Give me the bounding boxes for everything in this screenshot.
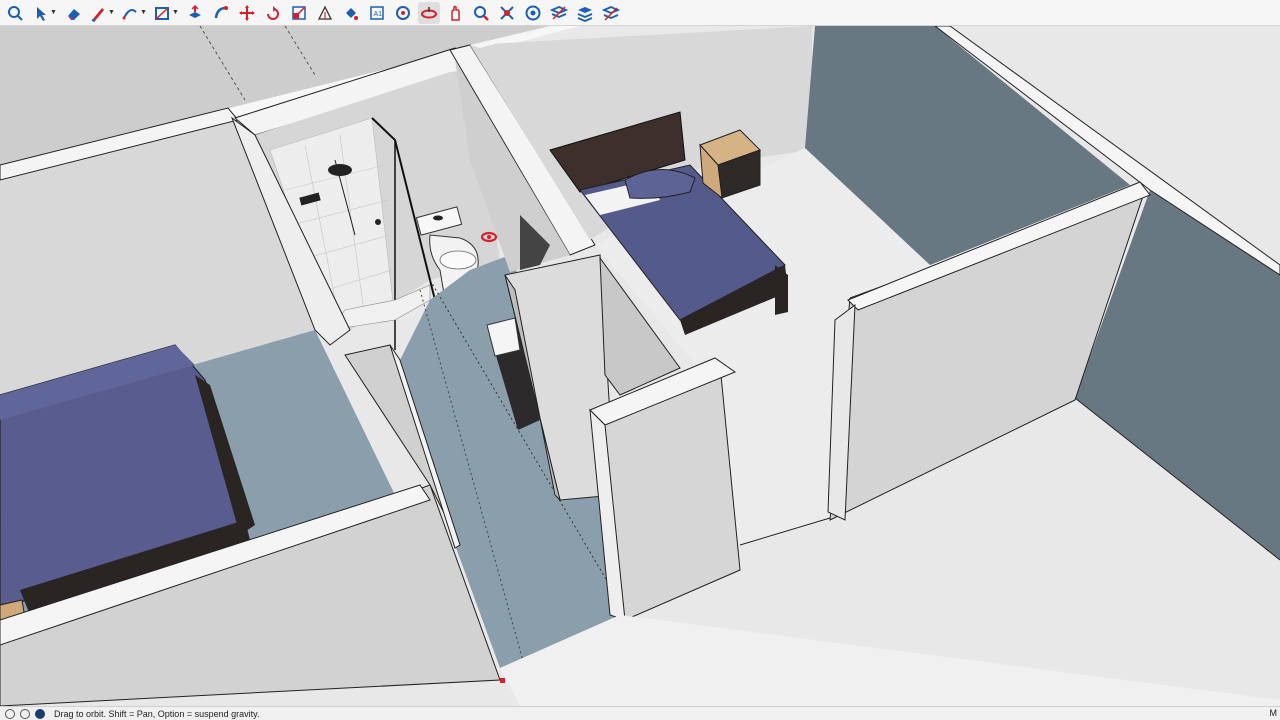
scale-icon: [292, 5, 306, 20]
move-tool[interactable]: [236, 2, 258, 24]
display-sections-icon: [602, 5, 620, 21]
select-arrow-icon: [37, 6, 47, 21]
origin-marker: [500, 678, 505, 683]
search-tool[interactable]: [4, 2, 26, 24]
eraser-icon: [68, 8, 80, 20]
section-plane-icon: [525, 5, 541, 20]
position-camera-tool[interactable]: [392, 2, 414, 24]
paint-bucket-tool[interactable]: [340, 2, 362, 24]
chevron-down-icon[interactable]: ▼: [108, 9, 115, 16]
arc-tool[interactable]: ▼: [120, 2, 148, 24]
position-camera-icon: [396, 5, 410, 20]
select-arrow-tool[interactable]: ▼: [30, 2, 58, 24]
model-viewport[interactable]: [0, 26, 1280, 706]
measurements-label: M: [1269, 708, 1278, 718]
orbit-icon: [421, 6, 437, 18]
protractor-icon: [317, 5, 333, 20]
rotate-icon: [267, 5, 279, 20]
protractor-tool[interactable]: [314, 2, 336, 24]
pan-icon: [451, 5, 460, 21]
orbit-tool[interactable]: [418, 1, 440, 24]
chevron-down-icon[interactable]: ▼: [50, 9, 57, 16]
tags-icon: [550, 5, 568, 20]
push-pull-tool[interactable]: [184, 2, 206, 24]
zoom-extents-icon: [500, 5, 514, 20]
zoom-icon: [474, 5, 489, 21]
credits-icon[interactable]: [20, 708, 30, 719]
text-tool-tool[interactable]: A1: [366, 2, 388, 24]
chevron-down-icon[interactable]: ▼: [140, 9, 147, 16]
status-bar: Drag to orbit. Shift = Pan, Option = sus…: [0, 706, 1280, 720]
search-icon: [8, 5, 23, 21]
pencil-line-icon: [91, 7, 105, 22]
rectangle-tool[interactable]: ▼: [152, 2, 180, 24]
layers-icon: [577, 6, 593, 22]
rotate-tool[interactable]: [262, 2, 284, 24]
info-icon[interactable]: [5, 708, 15, 719]
paint-bucket-icon: [346, 7, 358, 20]
pencil-line-tool[interactable]: ▼: [88, 2, 116, 24]
move-icon: [239, 4, 255, 21]
status-hint: Drag to orbit. Shift = Pan, Option = sus…: [54, 708, 260, 719]
chevron-down-icon[interactable]: ▼: [172, 9, 179, 16]
main-toolbar: ▼ ▼ ▼ ▼ A1: [0, 0, 1280, 26]
svg-text:A1: A1: [374, 11, 383, 18]
push-pull-icon: [189, 4, 201, 18]
rectangle-icon: [155, 6, 170, 20]
follow-me-tool[interactable]: [210, 2, 232, 24]
arc-icon: [122, 8, 137, 19]
display-sections-tool[interactable]: [600, 2, 622, 24]
tags-tool[interactable]: [548, 2, 570, 24]
layers-tool[interactable]: [574, 2, 596, 24]
follow-me-icon: [214, 5, 228, 18]
eraser-tool[interactable]: [62, 2, 84, 24]
scale-tool[interactable]: [288, 2, 310, 24]
user-icon[interactable]: [35, 708, 45, 719]
section-plane-tool[interactable]: [522, 2, 544, 24]
pan-tool[interactable]: [444, 2, 466, 24]
zoom-tool[interactable]: [470, 2, 492, 24]
zoom-extents-tool[interactable]: [496, 2, 518, 24]
text-tool-icon: A1: [370, 5, 384, 20]
